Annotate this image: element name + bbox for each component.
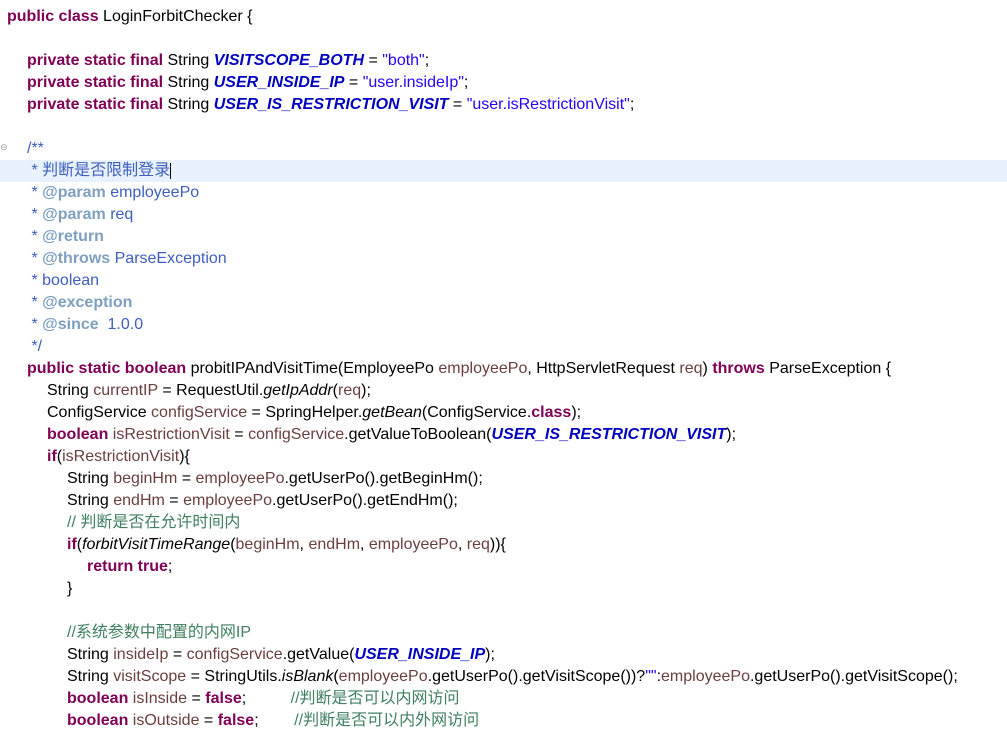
- code-line-7: /**: [27, 140, 44, 157]
- code-line-11: * @return: [27, 228, 104, 245]
- code-line-1: public class LoginForbitChecker {: [7, 8, 253, 25]
- text-caret: [170, 162, 172, 179]
- code-editor[interactable]: public class LoginForbitChecker { privat…: [0, 0, 1007, 732]
- fold-toggle-icon[interactable]: ⊖: [0, 143, 8, 152]
- code-line-23: String endHm = employeePo.getUserPo().ge…: [67, 492, 458, 509]
- code-line-4: private static final String USER_INSIDE_…: [27, 74, 469, 91]
- code-line-32: boolean isInside = false; //判断是否可以内网访问: [67, 690, 460, 707]
- code-line-16: */: [27, 338, 43, 355]
- code-line-27: }: [67, 580, 73, 597]
- code-line-25: if(forbitVisitTimeRange(beginHm, endHm, …: [67, 536, 506, 553]
- code-line-18: String currentIP = RequestUtil.getIpAddr…: [47, 382, 371, 399]
- code-line-31: String visitScope = StringUtils.isBlank(…: [67, 668, 958, 685]
- current-line-highlight: * 判断是否限制登录: [0, 160, 1007, 182]
- code-line-14: * @exception: [27, 294, 133, 311]
- code-line-17: public static boolean probitIPAndVisitTi…: [27, 360, 892, 377]
- code-line-5: private static final String USER_IS_REST…: [27, 96, 635, 113]
- code-line-22: String beginHm = employeePo.getUserPo().…: [67, 470, 483, 487]
- code-line-3: private static final String VISITSCOPE_B…: [27, 52, 430, 69]
- code-line-30: String insideIp = configService.getValue…: [67, 646, 495, 663]
- code-line-29: //系统参数中配置的内网IP: [67, 624, 252, 641]
- code-line-10: * @param req: [27, 206, 134, 223]
- code-line-13: * boolean: [27, 272, 100, 289]
- code-line-12: * @throws ParseException: [27, 250, 227, 267]
- code-line-20: boolean isRestrictionVisit = configServi…: [47, 426, 737, 443]
- code-line-21: if(isRestrictionVisit){: [47, 448, 190, 465]
- code-line-9: * @param employeePo: [27, 184, 200, 201]
- code-line-15: * @since 1.0.0: [27, 316, 144, 333]
- code-line-19: ConfigService configService = SpringHelp…: [47, 404, 582, 421]
- code-line-24: // 判断是否在允许时间内: [67, 514, 241, 531]
- code-line-33: boolean isOutside = false; //判断是否可以内外网访问: [67, 712, 480, 729]
- code-line-26: return true;: [87, 558, 173, 575]
